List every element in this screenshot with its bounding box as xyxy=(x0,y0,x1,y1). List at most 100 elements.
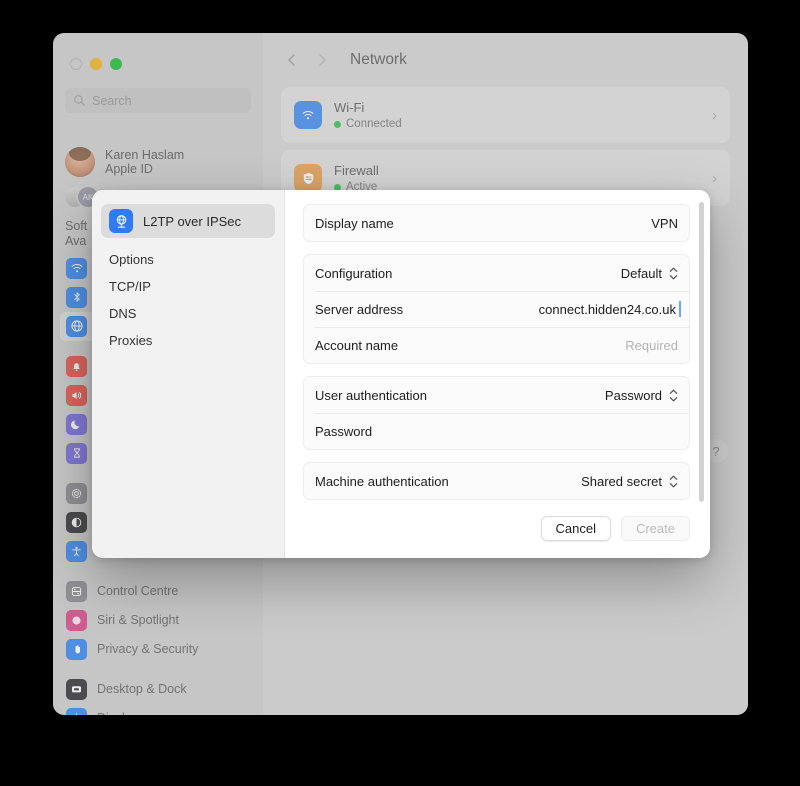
chevron-right-icon[interactable] xyxy=(314,52,330,68)
toolbar: Network xyxy=(263,33,748,87)
accessibility-icon xyxy=(66,540,87,562)
network-row-wi-fi[interactable]: Wi-Fi Connected › xyxy=(281,87,730,143)
field-row-configuration[interactable]: Configuration Default xyxy=(304,255,689,291)
firewall-icon xyxy=(294,164,322,192)
globe-icon xyxy=(66,315,87,337)
sidebar-item-privacy-security[interactable]: Privacy & Security xyxy=(60,635,256,664)
search-field[interactable]: Search xyxy=(65,88,251,113)
sheet-nav-list: Options TCP/IP DNS Proxies xyxy=(101,246,275,354)
sheet-nav-item-proxies[interactable]: Proxies xyxy=(101,327,275,354)
field-label: Server address xyxy=(315,301,404,317)
sheet-form-scroll[interactable]: Display name VPN Configuration Default Serv… xyxy=(285,190,710,502)
field-row-server-address[interactable]: Server address connect.hidden24.co.uk xyxy=(304,291,689,327)
field-group: Display name VPN xyxy=(303,204,690,242)
control-centre-icon xyxy=(66,580,87,602)
minimize-button[interactable] xyxy=(90,58,102,70)
sidebar-group-divider xyxy=(53,664,263,675)
field-group: Configuration Default Server address conne… xyxy=(303,254,690,364)
sidebar-item-apple-id[interactable]: Karen Haslam Apple ID xyxy=(53,143,263,181)
field-row-user-authentication[interactable]: User authentication Password xyxy=(304,377,689,413)
sheet-nav-item-dns[interactable]: DNS xyxy=(101,300,275,327)
hourglass-icon xyxy=(66,442,87,464)
protocol-label: L2TP over IPSec xyxy=(143,213,242,229)
stepper-arrows-icon[interactable] xyxy=(669,389,678,402)
popup-value-machine-authentication[interactable]: Shared secret xyxy=(581,474,662,489)
field-group: Machine authentication Shared secret xyxy=(303,462,690,500)
maximize-button[interactable] xyxy=(110,58,122,70)
search-icon xyxy=(74,95,85,106)
chevron-left-icon[interactable] xyxy=(284,52,300,68)
gear-icon xyxy=(66,482,87,504)
chevron-right-icon[interactable]: › xyxy=(712,107,717,124)
wifi-icon xyxy=(66,257,87,279)
close-button[interactable] xyxy=(70,58,82,70)
contrast-icon xyxy=(66,511,87,533)
sidebar-item-label: Privacy & Security xyxy=(97,642,199,656)
field-value-display-name[interactable]: VPN xyxy=(651,216,678,231)
hand-icon xyxy=(66,638,87,660)
sidebar-item-control-centre[interactable]: Control Centre xyxy=(60,577,256,606)
chevron-right-icon[interactable]: › xyxy=(712,170,717,187)
stepper-arrows-icon[interactable] xyxy=(669,475,678,488)
create-button: Create xyxy=(620,515,690,541)
field-row-account-name[interactable]: Account name Required xyxy=(304,327,689,363)
network-row-status: Connected xyxy=(334,118,700,130)
field-value-account-name[interactable]: Required xyxy=(625,338,678,353)
sidebar-item-desktop-dock[interactable]: Desktop & Dock xyxy=(60,675,256,704)
field-label: User authentication xyxy=(315,387,428,403)
field-label: Password xyxy=(315,423,373,439)
network-row-name: Firewall xyxy=(334,163,379,178)
sidebar-item-label: Displays xyxy=(97,711,144,715)
sheet-footer: Cancel Create xyxy=(285,502,710,558)
desktop-icon xyxy=(66,678,87,700)
sidebar-item-siri-spotlight[interactable]: Siri & Spotlight xyxy=(60,606,256,635)
account-name: Karen Haslam xyxy=(105,148,185,162)
screen: Search Karen Haslam Apple ID AK Family xyxy=(0,0,800,786)
display-icon xyxy=(66,707,87,715)
sheet-nav-item-tcp-ip[interactable]: TCP/IP xyxy=(101,273,275,300)
field-row-machine-authentication[interactable]: Machine authentication Shared secret xyxy=(304,463,689,499)
form-groups: Display name VPN Configuration Default Serv… xyxy=(303,204,690,500)
sheet-sidebar: L2TP over IPSec Options TCP/IP DNS Proxies xyxy=(92,190,285,558)
avatar xyxy=(65,147,95,177)
traffic-lights xyxy=(53,44,263,74)
field-row-display-name[interactable]: Display name VPN xyxy=(304,205,689,241)
network-row-text: Firewall Active xyxy=(334,163,700,193)
sidebar-item-label: Siri & Spotlight xyxy=(97,613,179,627)
popup-value-configuration[interactable]: Default xyxy=(621,266,662,281)
status-text: Connected xyxy=(346,118,402,130)
sheet-scrollbar[interactable] xyxy=(699,202,704,502)
moon-icon xyxy=(66,413,87,435)
search-placeholder: Search xyxy=(92,93,132,108)
bell-icon xyxy=(66,355,87,377)
network-list: Wi-Fi Connected › Firewall Active › xyxy=(263,87,748,206)
network-row-name: Wi-Fi xyxy=(334,100,365,115)
siri-icon xyxy=(66,609,87,631)
bluetooth-icon xyxy=(66,286,87,308)
sidebar-item-label: Desktop & Dock xyxy=(97,682,187,696)
page-title: Network xyxy=(350,51,407,68)
sidebar-item-displays[interactable]: Displays xyxy=(60,704,256,715)
speaker-icon xyxy=(66,384,87,406)
wifi-icon xyxy=(294,101,322,129)
vpn-configuration-sheet: L2TP over IPSec Options TCP/IP DNS Proxies … xyxy=(92,190,710,558)
field-row-password[interactable]: Password xyxy=(304,413,689,449)
field-label: Display name xyxy=(315,215,394,231)
sheet-item-protocol[interactable]: L2TP over IPSec xyxy=(101,204,275,238)
network-card: Wi-Fi Connected › xyxy=(281,87,730,143)
popup-value-user-authentication[interactable]: Password xyxy=(605,388,662,403)
cancel-button[interactable]: Cancel xyxy=(540,515,611,541)
field-value-server-address[interactable]: connect.hidden24.co.uk xyxy=(539,300,682,317)
sheet-body: Display name VPN Configuration Default Serv… xyxy=(285,190,710,558)
sidebar-group-divider xyxy=(53,566,263,577)
network-row-text: Wi-Fi Connected xyxy=(334,100,700,130)
vpn-globe-icon xyxy=(109,209,133,233)
field-label: Account name xyxy=(315,337,399,353)
field-label: Configuration xyxy=(315,265,393,281)
field-group: User authentication Password Password xyxy=(303,376,690,450)
field-label: Machine authentication xyxy=(315,473,449,489)
status-dot xyxy=(334,120,341,128)
stepper-arrows-icon[interactable] xyxy=(669,267,678,280)
sheet-nav-item-options[interactable]: Options xyxy=(101,246,275,273)
sidebar-item-label: Control Centre xyxy=(97,584,179,598)
